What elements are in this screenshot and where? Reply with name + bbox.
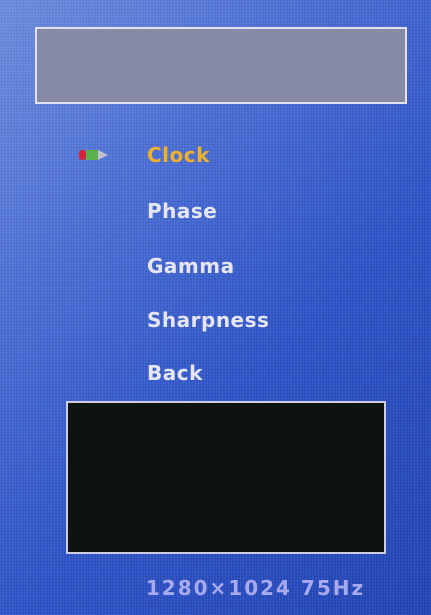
osd-window: Clock Phase Gamma Sharpness Back 1280×10…: [0, 0, 431, 615]
menu-item-back[interactable]: Back: [147, 358, 203, 388]
resolution-status: 1280×1024 75Hz: [145, 576, 366, 600]
menu-item-clock[interactable]: Clock: [147, 140, 210, 170]
osd-menu: Clock Phase Gamma Sharpness Back: [0, 0, 431, 400]
info-panel: [66, 401, 386, 554]
menu-item-gamma[interactable]: Gamma: [147, 251, 235, 281]
menu-item-sharpness[interactable]: Sharpness: [147, 305, 269, 335]
menu-item-phase[interactable]: Phase: [147, 196, 217, 226]
colored-pointer-icon: [79, 150, 108, 160]
